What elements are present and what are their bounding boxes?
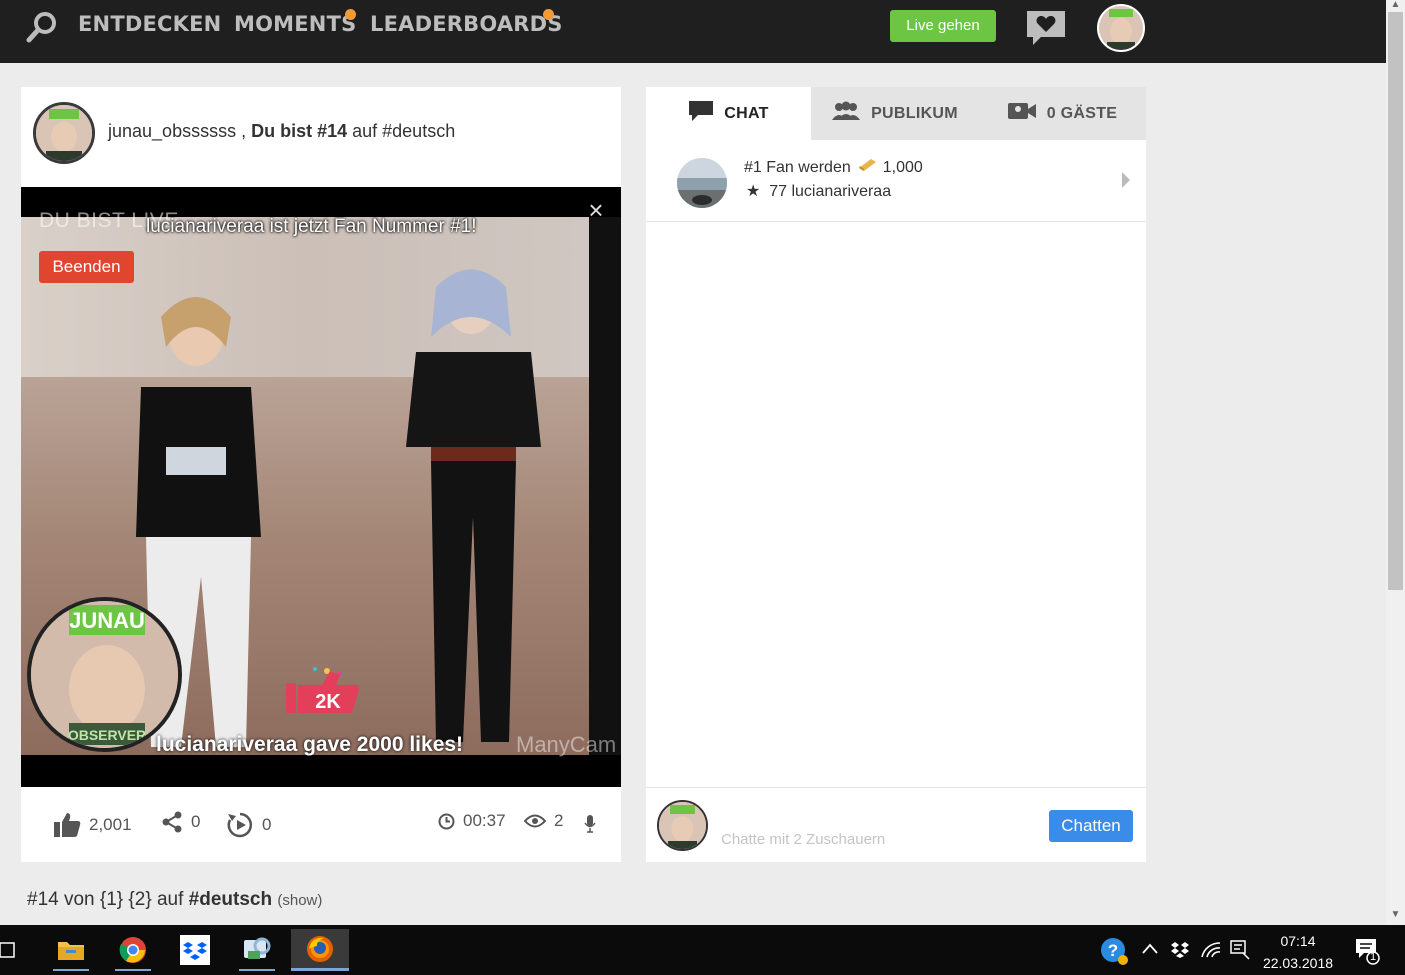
fan-avatar	[677, 158, 727, 208]
scroll-down-arrow-icon[interactable]: ▼	[1390, 910, 1401, 920]
leaderboards-notification-dot	[543, 9, 554, 20]
replays-stat[interactable]: 0	[226, 811, 271, 839]
clock-time: 07:14	[1280, 933, 1316, 949]
video-camera-icon	[1007, 101, 1037, 126]
microphone-icon[interactable]	[584, 814, 596, 834]
rank-show-link[interactable]: (show)	[277, 892, 322, 909]
top-fan-entry: ★ 77 lucianariveraa	[746, 181, 891, 201]
clock-icon	[438, 813, 455, 830]
show-hidden-icons-chevron-icon[interactable]	[1141, 941, 1159, 959]
duration-value: 00:37	[463, 811, 506, 830]
tab-chat[interactable]: CHAT	[646, 87, 811, 140]
shares-count: 0	[191, 812, 201, 831]
likes-notification: lucianariveraa gave 2000 likes!	[156, 733, 464, 756]
help-icon[interactable]: ?	[1099, 936, 1129, 970]
likes-stat[interactable]: 2,001	[53, 811, 132, 839]
like-badge-text: 2K	[315, 691, 341, 713]
become-top-fan[interactable]: #1 Fan werden 1,000	[744, 158, 923, 177]
fan-label: #1 Fan werden	[744, 158, 851, 176]
people-icon	[831, 101, 861, 126]
duration-stat: 00:37	[438, 811, 506, 831]
chevron-right-icon[interactable]	[1122, 172, 1130, 188]
svg-text:?: ?	[1108, 941, 1118, 960]
send-chat-button[interactable]: Chatten	[1049, 810, 1133, 842]
page-scrollbar[interactable]: ▲ ▼	[1386, 0, 1405, 925]
chat-input[interactable]	[721, 828, 981, 850]
firefox-icon[interactable]	[291, 929, 349, 971]
replays-count: 0	[262, 815, 272, 834]
tab-chat-label: CHAT	[724, 104, 769, 122]
thumbs-up-icon	[53, 811, 81, 839]
nav-entdecken[interactable]: ENTDECKEN	[78, 12, 221, 36]
end-broadcast-button[interactable]: Beenden	[39, 251, 134, 283]
top-fan-row[interactable]: #1 Fan werden 1,000 ★ 77 lucianariveraa	[646, 140, 1146, 222]
task-view-icon[interactable]	[0, 929, 22, 971]
tab-guests[interactable]: 0 GÄSTE	[978, 87, 1146, 140]
nav-leaderboards[interactable]: LEADERBOARDS	[370, 12, 563, 36]
video-person-right	[406, 269, 541, 742]
tab-audience-label: PUBLIKUM	[871, 104, 958, 122]
likes-count: 2,001	[89, 815, 132, 834]
shares-stat[interactable]: 0	[161, 811, 200, 833]
viewers-count: 2	[554, 811, 564, 830]
moments-notification-dot	[345, 9, 356, 20]
go-live-button[interactable]: Live gehen	[890, 10, 996, 42]
badge-bottom-text: OBSERVER	[68, 727, 146, 743]
wifi-icon[interactable]	[1200, 941, 1222, 963]
close-icon[interactable]: ×	[584, 197, 608, 223]
chat-sidebar: CHAT PUBLIKUM 0 GÄSTE #1 Fan werden 1,00…	[646, 87, 1146, 862]
dropbox-icon[interactable]	[173, 929, 217, 971]
broadcast-stats-bar: 2,001 0 0 00:37 2	[21, 787, 621, 862]
star-icon: ★	[746, 183, 761, 200]
broadcaster-avatar[interactable]	[33, 102, 95, 164]
broadcaster-username[interactable]: junau_obssssss	[108, 121, 236, 141]
chat-bubble-icon	[688, 100, 714, 127]
live-video-player[interactable]: DU BIST LIVE lucianariveraa ist jetzt Fa…	[21, 187, 621, 787]
broadcast-title: junau_obssssss , Du bist #14 auf #deutsc…	[108, 121, 456, 141]
rank-summary-text: #14 von {1} {2} auf	[27, 889, 189, 910]
fan-notification-banner: lucianariveraa ist jetzt Fan Nummer #1!	[146, 216, 477, 237]
share-icon	[161, 811, 183, 833]
viewers-stat: 2	[524, 811, 563, 831]
rank-text: Du bist #14	[251, 121, 348, 141]
chat-compose: Chatten	[646, 787, 1146, 862]
like-2k-badge: 2K	[282, 663, 362, 721]
manycam-watermark: ManyCam	[516, 732, 617, 757]
input-indicator-icon[interactable]	[1229, 939, 1251, 965]
photos-app-icon[interactable]	[235, 929, 279, 971]
nav-moments[interactable]: MOMENTS	[234, 12, 356, 36]
rank-summary: #14 von {1} {2} auf #deutsch (show)	[27, 889, 322, 911]
broadcast-header: junau_obssssss , Du bist #14 auf #deutsc…	[21, 87, 621, 187]
tab-guests-label: 0 GÄSTE	[1046, 104, 1118, 122]
eye-icon	[524, 814, 546, 828]
action-center-icon[interactable]: 1	[1354, 937, 1380, 969]
observer-overlay-avatar: JUNAU OBSERVER	[27, 597, 182, 752]
user-avatar[interactable]	[1097, 4, 1145, 52]
file-explorer-icon[interactable]	[49, 929, 93, 971]
chat-user-avatar	[657, 800, 708, 851]
badge-top-text: JUNAU	[69, 608, 145, 633]
scroll-up-arrow-icon[interactable]: ▲	[1390, 0, 1401, 10]
rank-summary-tag[interactable]: #deutsch	[189, 889, 272, 910]
broadcast-card: junau_obssssss , Du bist #14 auf #deutsc…	[21, 87, 621, 862]
top-navigation: ENTDECKEN MOMENTS LEADERBOARDS Live gehe…	[0, 0, 1386, 63]
fan-coin-amount: 1,000	[882, 158, 923, 176]
scroll-thumb[interactable]	[1388, 12, 1403, 590]
top-fan-name: 77 lucianariveraa	[769, 183, 892, 200]
search-icon[interactable]	[26, 10, 60, 44]
rank-tag[interactable]: auf #deutsch	[347, 121, 455, 141]
dropbox-tray-icon[interactable]	[1170, 941, 1190, 963]
messages-heart-icon[interactable]	[1025, 9, 1067, 47]
windows-taskbar: ? 07:14 22.03.2018 1	[0, 925, 1405, 975]
taskbar-clock[interactable]: 07:14 22.03.2018	[1262, 930, 1334, 974]
gold-coin-icon	[857, 158, 877, 177]
sidebar-tabs: CHAT PUBLIKUM 0 GÄSTE	[646, 87, 1146, 140]
notification-count: 1	[1369, 951, 1377, 963]
replay-icon	[226, 811, 254, 839]
tab-audience[interactable]: PUBLIKUM	[811, 87, 978, 140]
clock-date: 22.03.2018	[1262, 955, 1334, 971]
chrome-icon[interactable]	[111, 929, 155, 971]
